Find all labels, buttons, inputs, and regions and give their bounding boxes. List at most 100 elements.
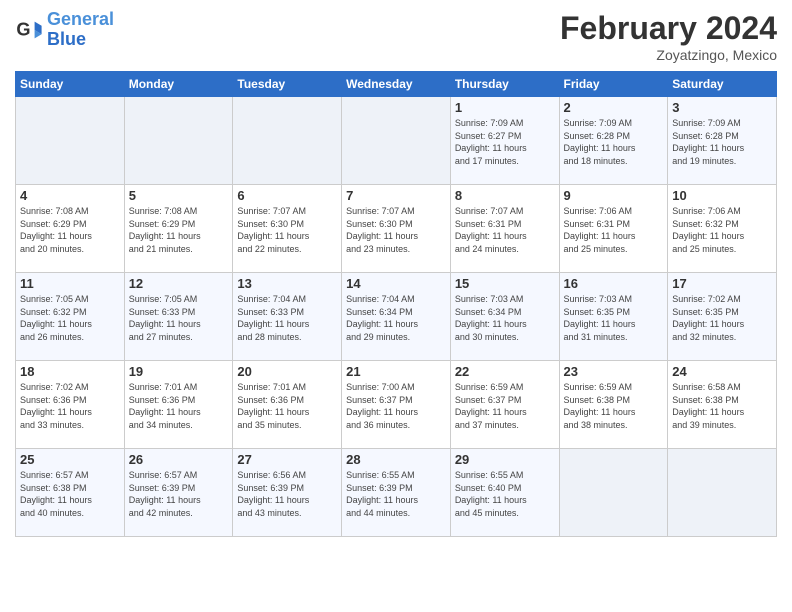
- calendar-cell: [124, 97, 233, 185]
- weekday-header-saturday: Saturday: [668, 72, 777, 97]
- weekday-header-row: SundayMondayTuesdayWednesdayThursdayFrid…: [16, 72, 777, 97]
- day-number: 15: [455, 276, 555, 291]
- calendar-cell: 28 Sunrise: 6:55 AMSunset: 6:39 PMDayligh…: [342, 449, 451, 537]
- day-info: Sunrise: 6:55 AMSunset: 6:39 PMDaylight:…: [346, 469, 446, 519]
- calendar-cell: 21 Sunrise: 7:00 AMSunset: 6:37 PMDayligh…: [342, 361, 451, 449]
- day-number: 19: [129, 364, 229, 379]
- page-header: G General Blue February 2024 Zoyatzingo,…: [15, 10, 777, 63]
- calendar-title: February 2024: [560, 10, 777, 47]
- day-info: Sunrise: 7:05 AMSunset: 6:33 PMDaylight:…: [129, 293, 229, 343]
- day-info: Sunrise: 6:58 AMSunset: 6:38 PMDaylight:…: [672, 381, 772, 431]
- weekday-header-sunday: Sunday: [16, 72, 125, 97]
- day-info: Sunrise: 7:00 AMSunset: 6:37 PMDaylight:…: [346, 381, 446, 431]
- calendar-cell: 24 Sunrise: 6:58 AMSunset: 6:38 PMDayligh…: [668, 361, 777, 449]
- calendar-cell: 16 Sunrise: 7:03 AMSunset: 6:35 PMDayligh…: [559, 273, 668, 361]
- day-number: 1: [455, 100, 555, 115]
- day-number: 6: [237, 188, 337, 203]
- day-info: Sunrise: 7:01 AMSunset: 6:36 PMDaylight:…: [129, 381, 229, 431]
- calendar-cell: 9 Sunrise: 7:06 AMSunset: 6:31 PMDaylight…: [559, 185, 668, 273]
- day-info: Sunrise: 7:04 AMSunset: 6:33 PMDaylight:…: [237, 293, 337, 343]
- calendar-cell: 17Sunrise: 7:02 AMSunset: 6:35 PMDayligh…: [668, 273, 777, 361]
- weekday-header-tuesday: Tuesday: [233, 72, 342, 97]
- calendar-cell: 23 Sunrise: 6:59 AMSunset: 6:38 PMDayligh…: [559, 361, 668, 449]
- calendar-week-row: 4 Sunrise: 7:08 AMSunset: 6:29 PMDaylight…: [16, 185, 777, 273]
- day-number: 29: [455, 452, 555, 467]
- calendar-week-row: 11Sunrise: 7:05 AMSunset: 6:32 PMDayligh…: [16, 273, 777, 361]
- calendar-cell: 10Sunrise: 7:06 AMSunset: 6:32 PMDayligh…: [668, 185, 777, 273]
- calendar-cell: 22 Sunrise: 6:59 AMSunset: 6:37 PMDayligh…: [450, 361, 559, 449]
- calendar-cell: 25 Sunrise: 6:57 AMSunset: 6:38 PMDayligh…: [16, 449, 125, 537]
- day-number: 7: [346, 188, 446, 203]
- day-number: 16: [564, 276, 664, 291]
- weekday-header-wednesday: Wednesday: [342, 72, 451, 97]
- day-info: Sunrise: 7:03 AMSunset: 6:35 PMDaylight:…: [564, 293, 664, 343]
- day-info: Sunrise: 7:07 AMSunset: 6:30 PMDaylight:…: [346, 205, 446, 255]
- calendar-body: 1 Sunrise: 7:09 AMSunset: 6:27 PMDaylight…: [16, 97, 777, 537]
- day-info: Sunrise: 7:01 AMSunset: 6:36 PMDaylight:…: [237, 381, 337, 431]
- day-number: 5: [129, 188, 229, 203]
- calendar-table: SundayMondayTuesdayWednesdayThursdayFrid…: [15, 71, 777, 537]
- day-number: 24: [672, 364, 772, 379]
- svg-text:G: G: [16, 19, 30, 39]
- calendar-cell: 15 Sunrise: 7:03 AMSunset: 6:34 PMDayligh…: [450, 273, 559, 361]
- logo-icon: G: [15, 16, 43, 44]
- day-info: Sunrise: 7:09 AMSunset: 6:27 PMDaylight:…: [455, 117, 555, 167]
- day-info: Sunrise: 7:04 AMSunset: 6:34 PMDaylight:…: [346, 293, 446, 343]
- calendar-cell: 6Sunrise: 7:07 AMSunset: 6:30 PMDaylight…: [233, 185, 342, 273]
- day-number: 3: [672, 100, 772, 115]
- calendar-cell: 5Sunrise: 7:08 AMSunset: 6:29 PMDaylight…: [124, 185, 233, 273]
- day-info: Sunrise: 7:02 AMSunset: 6:36 PMDaylight:…: [20, 381, 120, 431]
- calendar-cell: 8 Sunrise: 7:07 AMSunset: 6:31 PMDaylight…: [450, 185, 559, 273]
- calendar-cell: 2 Sunrise: 7:09 AMSunset: 6:28 PMDaylight…: [559, 97, 668, 185]
- calendar-week-row: 1 Sunrise: 7:09 AMSunset: 6:27 PMDaylight…: [16, 97, 777, 185]
- calendar-cell: [668, 449, 777, 537]
- calendar-week-row: 18 Sunrise: 7:02 AMSunset: 6:36 PMDayligh…: [16, 361, 777, 449]
- calendar-cell: 11Sunrise: 7:05 AMSunset: 6:32 PMDayligh…: [16, 273, 125, 361]
- day-info: Sunrise: 7:08 AMSunset: 6:29 PMDaylight:…: [20, 205, 120, 255]
- day-number: 27: [237, 452, 337, 467]
- weekday-header-friday: Friday: [559, 72, 668, 97]
- day-info: Sunrise: 7:07 AMSunset: 6:31 PMDaylight:…: [455, 205, 555, 255]
- calendar-cell: [559, 449, 668, 537]
- day-info: Sunrise: 7:09 AMSunset: 6:28 PMDaylight:…: [564, 117, 664, 167]
- calendar-cell: 7 Sunrise: 7:07 AMSunset: 6:30 PMDaylight…: [342, 185, 451, 273]
- day-number: 25: [20, 452, 120, 467]
- day-info: Sunrise: 7:09 AMSunset: 6:28 PMDaylight:…: [672, 117, 772, 167]
- day-number: 17: [672, 276, 772, 291]
- calendar-cell: 29Sunrise: 6:55 AMSunset: 6:40 PMDayligh…: [450, 449, 559, 537]
- calendar-cell: 12 Sunrise: 7:05 AMSunset: 6:33 PMDayligh…: [124, 273, 233, 361]
- calendar-cell: 20 Sunrise: 7:01 AMSunset: 6:36 PMDayligh…: [233, 361, 342, 449]
- weekday-header-monday: Monday: [124, 72, 233, 97]
- day-number: 26: [129, 452, 229, 467]
- day-info: Sunrise: 7:06 AMSunset: 6:31 PMDaylight:…: [564, 205, 664, 255]
- day-info: Sunrise: 7:03 AMSunset: 6:34 PMDaylight:…: [455, 293, 555, 343]
- day-number: 4: [20, 188, 120, 203]
- day-number: 13: [237, 276, 337, 291]
- logo: G General Blue: [15, 10, 114, 50]
- day-info: Sunrise: 6:57 AMSunset: 6:38 PMDaylight:…: [20, 469, 120, 519]
- calendar-cell: 1 Sunrise: 7:09 AMSunset: 6:27 PMDaylight…: [450, 97, 559, 185]
- day-info: Sunrise: 6:59 AMSunset: 6:37 PMDaylight:…: [455, 381, 555, 431]
- calendar-cell: 13 Sunrise: 7:04 AMSunset: 6:33 PMDayligh…: [233, 273, 342, 361]
- day-number: 18: [20, 364, 120, 379]
- calendar-cell: 14Sunrise: 7:04 AMSunset: 6:34 PMDayligh…: [342, 273, 451, 361]
- logo-general: General: [47, 9, 114, 29]
- day-number: 8: [455, 188, 555, 203]
- day-number: 21: [346, 364, 446, 379]
- calendar-cell: 3 Sunrise: 7:09 AMSunset: 6:28 PMDaylight…: [668, 97, 777, 185]
- day-number: 22: [455, 364, 555, 379]
- calendar-cell: [342, 97, 451, 185]
- calendar-cell: 26 Sunrise: 6:57 AMSunset: 6:39 PMDayligh…: [124, 449, 233, 537]
- day-number: 20: [237, 364, 337, 379]
- calendar-cell: 27Sunrise: 6:56 AMSunset: 6:39 PMDayligh…: [233, 449, 342, 537]
- day-number: 28: [346, 452, 446, 467]
- day-number: 9: [564, 188, 664, 203]
- day-number: 2: [564, 100, 664, 115]
- day-number: 12: [129, 276, 229, 291]
- calendar-cell: 4 Sunrise: 7:08 AMSunset: 6:29 PMDaylight…: [16, 185, 125, 273]
- day-number: 23: [564, 364, 664, 379]
- day-number: 11: [20, 276, 120, 291]
- day-info: Sunrise: 6:57 AMSunset: 6:39 PMDaylight:…: [129, 469, 229, 519]
- calendar-subtitle: Zoyatzingo, Mexico: [560, 47, 777, 63]
- day-info: Sunrise: 6:59 AMSunset: 6:38 PMDaylight:…: [564, 381, 664, 431]
